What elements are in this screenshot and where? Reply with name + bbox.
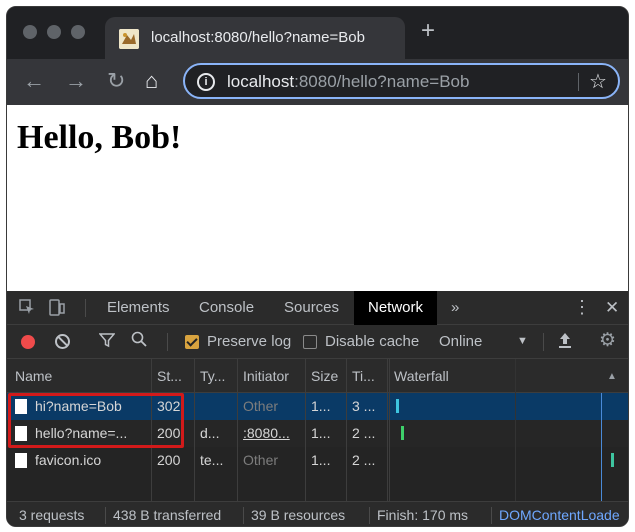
status-divider	[243, 507, 244, 524]
document-icon	[15, 453, 27, 468]
dom-content-loaded-marker	[601, 393, 602, 501]
request-status: 200	[157, 452, 181, 468]
column-divider	[305, 359, 306, 501]
import-har-icon[interactable]	[557, 331, 573, 354]
request-size: 1...	[311, 452, 331, 468]
clear-icon[interactable]	[55, 334, 70, 349]
request-time: 3 ...	[352, 398, 376, 414]
preserve-log-checkbox[interactable]	[185, 335, 199, 349]
reload-icon[interactable]: ↻	[107, 69, 125, 93]
search-icon[interactable]	[131, 331, 147, 352]
more-tabs-button[interactable]: »	[451, 291, 459, 325]
filter-icon[interactable]	[98, 332, 116, 353]
favicon-icon	[119, 29, 139, 49]
disable-cache-checkbox[interactable]	[303, 335, 317, 349]
column-divider	[389, 359, 390, 501]
device-toolbar-icon[interactable]	[49, 299, 65, 321]
request-type: te...	[200, 452, 224, 468]
forward-icon[interactable]: →	[65, 69, 87, 93]
transferred-size: 438 B transferred	[113, 507, 222, 523]
tab-title: localhost:8080/hello?name=Bob	[151, 29, 365, 46]
highlight-annotation	[8, 393, 184, 448]
url-text[interactable]: localhost:8080/hello?name=Bob	[227, 72, 469, 92]
column-waterfall[interactable]: Waterfall	[394, 359, 514, 393]
request-size: 1...	[311, 398, 331, 414]
tab-sources[interactable]: Sources	[284, 291, 339, 325]
finish-time: Finish: 170 ms	[377, 507, 469, 523]
page-heading: Hello, Bob!	[17, 119, 182, 156]
tab-network[interactable]: Network	[354, 291, 438, 325]
toolbar-divider	[543, 333, 544, 351]
table-row[interactable]: favicon.ico 200 te... Other 1... 2 ...	[7, 447, 628, 474]
new-tab-button[interactable]: +	[421, 19, 435, 43]
info-icon[interactable]: i	[197, 73, 215, 91]
column-name[interactable]: Name	[15, 359, 145, 393]
network-table-header: Name St... Ty... Initiator Size Ti... Wa…	[7, 359, 628, 393]
omnibox-divider	[578, 73, 579, 91]
column-divider	[346, 359, 347, 501]
request-time: 2 ...	[352, 425, 376, 441]
request-type	[200, 393, 234, 420]
chevron-down-icon[interactable]: ▼	[517, 335, 528, 347]
column-status[interactable]: St...	[157, 359, 189, 393]
page-content: Hello, Bob!	[7, 105, 628, 291]
maximize-window-button[interactable]	[71, 25, 85, 39]
status-divider	[491, 507, 492, 524]
waterfall-bar	[396, 399, 399, 413]
request-type: d...	[200, 425, 220, 441]
request-count: 3 requests	[19, 507, 85, 523]
column-initiator[interactable]: Initiator	[243, 359, 305, 393]
toolbar-divider	[167, 333, 168, 351]
devtools-divider	[85, 299, 86, 317]
column-time[interactable]: Ti...	[352, 359, 384, 393]
dom-content-loaded: DOMContentLoade	[499, 507, 620, 523]
minimize-window-button[interactable]	[47, 25, 61, 39]
column-divider	[194, 359, 195, 501]
address-bar[interactable]: i localhost:8080/hello?name=Bob ☆	[183, 63, 620, 99]
request-time: 2 ...	[352, 452, 376, 468]
column-type[interactable]: Ty...	[200, 359, 234, 393]
preserve-log-label: Preserve log	[207, 333, 292, 350]
devtools-tab-bar: Elements Console Sources Network » ⋮ ✕	[7, 291, 628, 325]
browser-window: localhost:8080/hello?name=Bob + ← → ↻ ⌂ …	[6, 6, 629, 527]
tab-bar: localhost:8080/hello?name=Bob +	[7, 7, 628, 59]
request-initiator: Other	[243, 452, 279, 468]
request-name: favicon.ico	[35, 452, 102, 468]
status-divider	[369, 507, 370, 524]
column-divider	[237, 359, 238, 501]
record-icon[interactable]	[21, 335, 35, 349]
status-divider	[105, 507, 106, 524]
close-window-button[interactable]	[23, 25, 37, 39]
browser-tab[interactable]: localhost:8080/hello?name=Bob	[105, 17, 405, 59]
more-options-icon[interactable]: ⋮	[573, 297, 591, 318]
network-toolbar: Preserve log Disable cache Online ▼ ⚙	[7, 325, 628, 359]
waterfall-bar	[401, 426, 404, 440]
back-icon[interactable]: ←	[23, 69, 45, 93]
gear-icon[interactable]: ⚙	[599, 329, 616, 352]
column-divider	[387, 359, 388, 501]
throttling-select[interactable]: Online	[439, 333, 482, 350]
waterfall-gridline	[515, 359, 516, 501]
request-initiator: Other	[243, 398, 279, 414]
inspect-element-icon[interactable]	[19, 299, 35, 319]
request-initiator-link[interactable]: :8080...	[243, 420, 305, 447]
network-status-bar: 3 requests 438 B transferred 39 B resour…	[7, 501, 628, 526]
column-size[interactable]: Size	[311, 359, 345, 393]
tab-elements[interactable]: Elements	[107, 291, 170, 325]
waterfall-bar	[611, 453, 614, 467]
sort-ascending-icon[interactable]: ▲	[607, 371, 617, 382]
disable-cache-label: Disable cache	[325, 333, 420, 350]
request-size: 1...	[311, 425, 331, 441]
tab-console[interactable]: Console	[199, 291, 254, 325]
resources-size: 39 B resources	[251, 507, 346, 523]
home-icon[interactable]: ⌂	[145, 69, 158, 93]
browser-toolbar: ← → ↻ ⌂ i localhost:8080/hello?name=Bob …	[7, 59, 628, 105]
star-icon[interactable]: ☆	[589, 69, 607, 94]
close-devtools-icon[interactable]: ✕	[605, 298, 619, 318]
